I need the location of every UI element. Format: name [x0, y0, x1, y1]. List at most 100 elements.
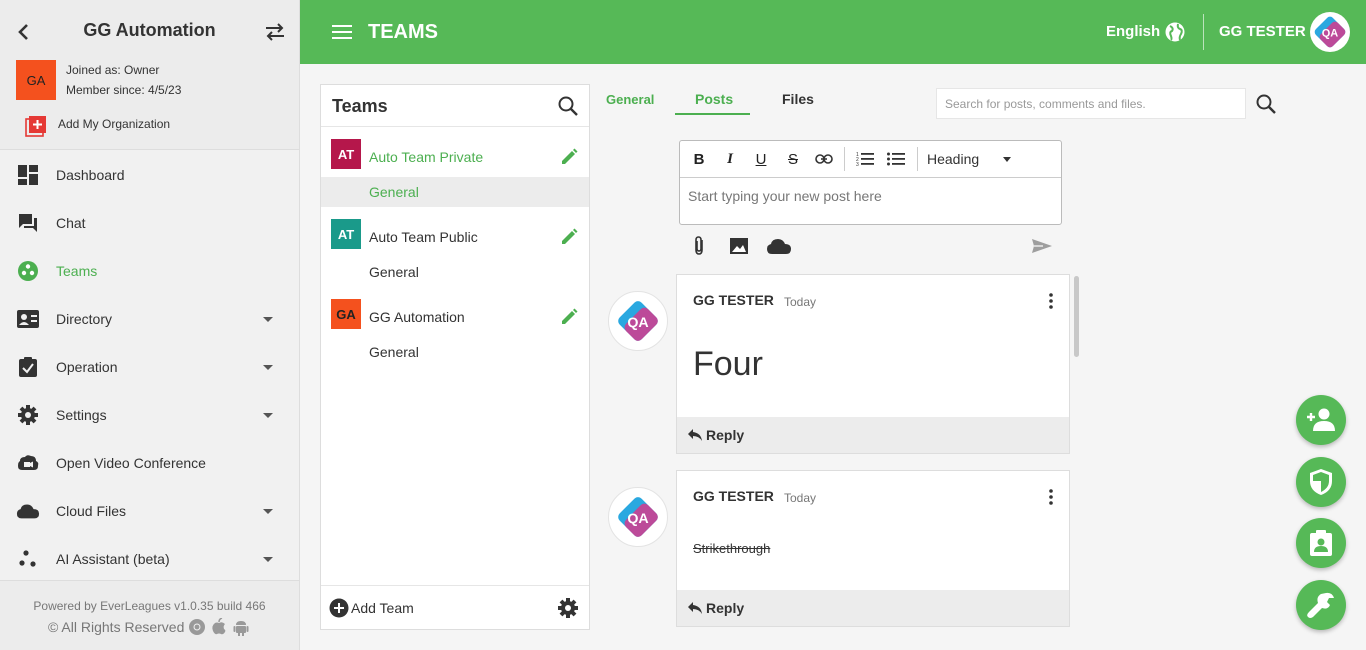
chat-icon	[16, 211, 40, 235]
security-button[interactable]	[1296, 457, 1346, 507]
sidebar-item-teams[interactable]: Teams	[0, 247, 299, 295]
bold-icon[interactable]: B	[689, 149, 709, 169]
user-name[interactable]: GG TESTER	[1219, 23, 1306, 40]
gear-icon[interactable]	[557, 597, 579, 619]
active-tab-indicator	[675, 113, 750, 115]
android-icon[interactable]	[232, 618, 250, 636]
reply-button[interactable]: Reply	[706, 600, 744, 616]
add-organization-icon[interactable]	[25, 115, 47, 137]
add-organization-link[interactable]: Add My Organization	[58, 117, 170, 131]
add-team-button[interactable]: Add Team	[351, 600, 414, 616]
avatar-text: QA	[1322, 28, 1339, 40]
avatar-text: QA	[627, 511, 648, 527]
italic-icon[interactable]: I	[720, 149, 740, 169]
avatar[interactable]: QA	[608, 291, 668, 351]
search-icon[interactable]	[557, 95, 579, 117]
team-name[interactable]: Auto Team Public	[369, 229, 478, 245]
search-box	[936, 88, 1246, 119]
channel-row[interactable]: General	[321, 337, 589, 367]
image-icon[interactable]	[728, 235, 750, 257]
more-options-icon[interactable]	[1049, 293, 1053, 309]
toolbar-divider	[917, 147, 918, 171]
tab-files[interactable]: Files	[782, 91, 814, 107]
search-input[interactable]	[937, 89, 1245, 118]
user-avatar[interactable]: QA	[1310, 12, 1350, 52]
clipboard-person-icon	[1310, 530, 1332, 556]
numbered-list-icon[interactable]: 123	[855, 149, 875, 169]
strikethrough-icon[interactable]: S	[783, 149, 803, 169]
add-member-button[interactable]	[1296, 395, 1346, 445]
sidebar-item-label: Directory	[56, 311, 113, 327]
bulleted-list-icon[interactable]	[886, 149, 906, 169]
post-time: Today	[784, 491, 817, 505]
sidebar-item-directory[interactable]: Directory	[0, 295, 299, 343]
attachment-icon[interactable]	[689, 235, 711, 257]
apple-icon[interactable]	[210, 618, 228, 636]
channel-name[interactable]: General	[369, 264, 419, 280]
link-icon[interactable]	[814, 149, 834, 169]
search-icon[interactable]	[1255, 93, 1277, 115]
wrench-icon	[1307, 592, 1334, 618]
more-options-icon[interactable]	[1049, 489, 1053, 505]
edit-pencil-icon[interactable]	[559, 147, 579, 167]
chevron-down-icon	[263, 316, 273, 322]
team-row[interactable]: GA GG Automation	[321, 287, 589, 337]
channel-row[interactable]: General	[321, 177, 589, 207]
tab-posts[interactable]: Posts	[695, 91, 733, 107]
teams-panel-footer: Add Team	[321, 585, 589, 629]
powered-by-text: Powered by EverLeagues v1.0.35 build 466	[33, 599, 266, 613]
post-author: GG TESTER	[693, 292, 774, 308]
scrollbar[interactable]	[1074, 276, 1079, 357]
channel-row[interactable]: General	[321, 257, 589, 287]
sidebar-item-dashboard[interactable]: Dashboard	[0, 151, 299, 199]
send-icon[interactable]	[1031, 235, 1053, 257]
tools-button[interactable]	[1296, 580, 1346, 630]
chevron-down-icon[interactable]	[1003, 157, 1011, 162]
topbar-divider	[1203, 14, 1204, 50]
dashboard-icon	[16, 163, 40, 187]
teams-panel: Teams AT Auto Team Private General AT Au…	[320, 84, 590, 630]
hamburger-menu-icon[interactable]	[332, 24, 352, 40]
toolbar-divider	[844, 147, 845, 171]
rights-row: © All Rights Reserved	[48, 618, 250, 636]
sidebar-item-label: Chat	[56, 215, 86, 231]
team-row[interactable]: AT Auto Team Public	[321, 207, 589, 257]
ai-icon	[16, 547, 40, 571]
sidebar-item-video-conference[interactable]: Open Video Conference	[0, 439, 299, 487]
contact-card-button[interactable]	[1296, 518, 1346, 568]
channel-name[interactable]: General	[369, 344, 419, 360]
sidebar-item-ai-assistant[interactable]: AI Assistant (beta)	[0, 535, 299, 583]
sidebar-item-settings[interactable]: Settings	[0, 391, 299, 439]
reply-bar: Reply	[677, 590, 1069, 626]
cloud-upload-icon[interactable]	[766, 235, 792, 257]
sidebar-item-operation[interactable]: Operation	[0, 343, 299, 391]
edit-pencil-icon[interactable]	[559, 227, 579, 247]
post-time: Today	[784, 295, 817, 309]
add-circle-icon[interactable]	[329, 598, 349, 618]
team-name[interactable]: Auto Team Private	[369, 149, 483, 165]
team-name[interactable]: GG Automation	[369, 309, 465, 325]
swap-org-icon[interactable]	[263, 21, 287, 43]
heading-select[interactable]: Heading	[927, 151, 979, 167]
chrome-icon[interactable]	[188, 618, 206, 636]
globe-icon[interactable]	[1165, 22, 1185, 42]
org-title: GG Automation	[83, 20, 216, 40]
edit-pencil-icon[interactable]	[559, 307, 579, 327]
reply-icon[interactable]	[687, 601, 703, 615]
sidebar-header: GG Automation GA Joined as: Owner Member…	[0, 0, 299, 150]
avatar[interactable]: QA	[608, 487, 668, 547]
member-since-text: Member since: 4/5/23	[66, 83, 182, 97]
sidebar-item-chat[interactable]: Chat	[0, 199, 299, 247]
channel-name[interactable]: General	[369, 184, 419, 200]
rights-text: © All Rights Reserved	[48, 619, 185, 635]
underline-icon[interactable]: U	[751, 149, 771, 169]
svg-text:3: 3	[856, 162, 859, 167]
add-person-icon	[1307, 408, 1335, 431]
reply-button[interactable]: Reply	[706, 427, 744, 443]
post-text-input[interactable]: Start typing your new post here	[688, 188, 882, 204]
chevron-down-icon	[263, 412, 273, 418]
language-selector[interactable]: English	[1106, 23, 1160, 40]
reply-icon[interactable]	[687, 428, 703, 442]
team-row[interactable]: AT Auto Team Private	[321, 127, 589, 177]
sidebar-item-cloud-files[interactable]: Cloud Files	[0, 487, 299, 535]
